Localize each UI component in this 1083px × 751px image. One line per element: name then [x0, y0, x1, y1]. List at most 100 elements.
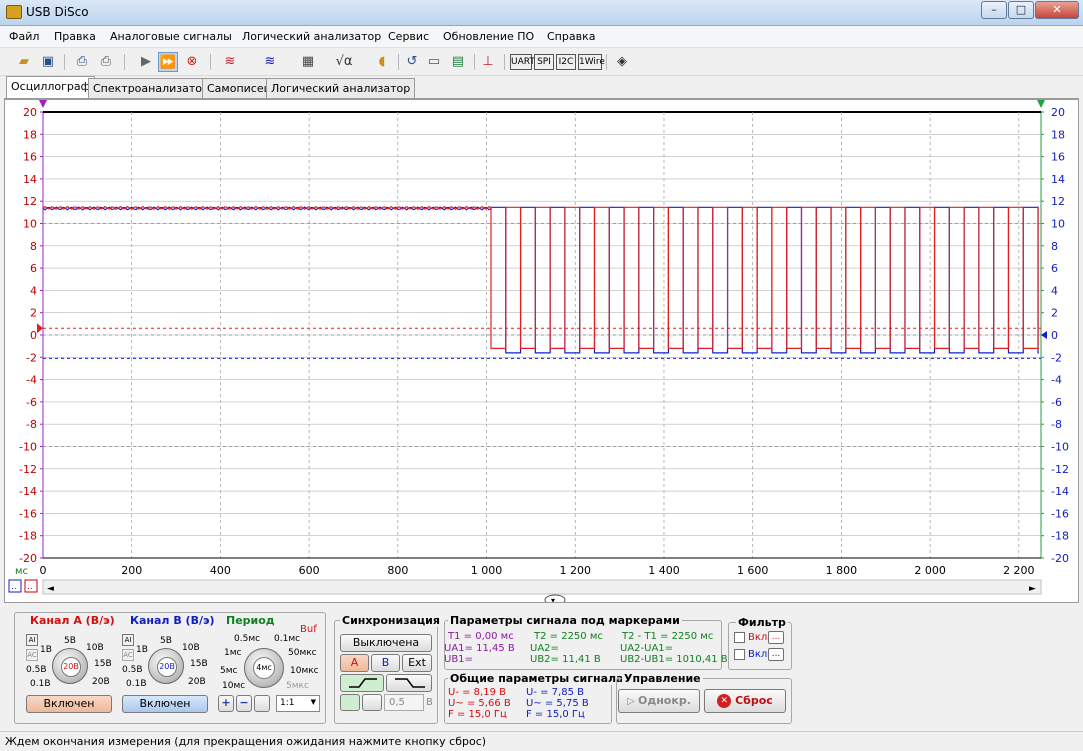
- refresh-icon[interactable]: ↺: [402, 52, 422, 72]
- toolbar-separator: [398, 54, 399, 70]
- channel-b-knob[interactable]: 20В: [148, 648, 184, 684]
- page-icon[interactable]: [254, 695, 270, 712]
- memory-icon[interactable]: ▭: [424, 52, 444, 72]
- menu-edit[interactable]: Правка: [54, 30, 96, 43]
- y-tick-label-right: 16: [1051, 151, 1065, 164]
- menu-file[interactable]: Файл: [9, 30, 39, 43]
- filter-b-checkbox[interactable]: [734, 649, 745, 660]
- filter-b-settings-button[interactable]: ...: [768, 648, 784, 661]
- channel-b-label-15v: 15В: [190, 659, 208, 669]
- zoom-in-button[interactable]: +: [218, 695, 234, 712]
- spi-icon[interactable]: SPI: [534, 54, 554, 70]
- channel-a-knob[interactable]: 20В: [52, 648, 88, 684]
- x-tick-label: 1 200: [560, 564, 592, 577]
- y-tick-label-left: -6: [26, 396, 37, 409]
- horizontal-scrollbar: [42, 579, 1042, 595]
- rising-edge-svg: [349, 678, 377, 688]
- calculator-icon[interactable]: ▦: [298, 52, 318, 72]
- chip-icon[interactable]: ◈: [612, 52, 632, 72]
- channel-b-wave-icon[interactable]: ≋: [260, 52, 280, 72]
- channel-a-ac-toggle[interactable]: AC: [26, 649, 38, 661]
- period-knob[interactable]: 4мс: [244, 648, 284, 688]
- zoom-out-button[interactable]: −: [236, 695, 252, 712]
- uart-icon[interactable]: UART: [510, 54, 535, 70]
- chevron-down-icon: ▼: [310, 698, 316, 706]
- channel-b-ac-toggle[interactable]: AC: [122, 649, 134, 661]
- sync-off-button[interactable]: Выключена: [340, 634, 432, 652]
- single-shot-label: Однокр.: [637, 694, 691, 707]
- toolbar-separator: [124, 54, 125, 70]
- toolbar-separator: [64, 54, 65, 70]
- play-icon[interactable]: ▶: [136, 52, 156, 72]
- tab-spectrum[interactable]: Спектроанализатор: [88, 78, 214, 98]
- sync-falling-edge-icon[interactable]: [386, 674, 432, 692]
- channel-a-dc-toggle[interactable]: AI: [26, 634, 38, 646]
- small-button-b-label: ..: [27, 582, 33, 592]
- sync-ext-button[interactable]: Ext: [402, 654, 432, 672]
- sync-a-button[interactable]: A: [340, 654, 369, 672]
- filter-a-checkbox[interactable]: [734, 632, 745, 643]
- math-function-icon[interactable]: √α: [334, 52, 354, 72]
- y-tick-label-left: 0: [30, 329, 37, 342]
- period-label-10us: 10мкс: [290, 666, 319, 676]
- menu-help[interactable]: Справка: [547, 30, 595, 43]
- y-tick-label-left: 16: [23, 151, 37, 164]
- ratio-select-value: 1:1: [280, 698, 295, 708]
- single-shot-button[interactable]: ▷ Однокр.: [618, 689, 700, 713]
- channel-b-label-05v: 0.5В: [122, 665, 143, 675]
- y-tick-label-right: 12: [1051, 195, 1065, 208]
- y-tick-label-left: -2: [26, 351, 37, 364]
- tab-logic[interactable]: Логический анализатор: [266, 78, 416, 98]
- period-title: Период: [226, 614, 275, 627]
- menu-logic[interactable]: Логический анализатор: [242, 30, 381, 43]
- filter-a-settings-button[interactable]: ...: [768, 631, 784, 644]
- y-tick-label-left: -8: [26, 418, 37, 431]
- i2c-icon[interactable]: I2C: [556, 54, 576, 70]
- period-label-05ms: 0.5мс: [234, 634, 261, 644]
- reset-button[interactable]: ✕ Сброс: [704, 689, 786, 713]
- y-tick-label-left: 20: [23, 106, 37, 119]
- x-tick-label: 1 000: [471, 564, 503, 577]
- channel-b-label-1v: 1В: [136, 645, 148, 655]
- sync-mode-level-icon[interactable]: [362, 694, 382, 711]
- tab-recorder[interactable]: Самописец: [202, 78, 277, 98]
- x-tick-label: 200: [121, 564, 142, 577]
- channel-b-enable-button[interactable]: Включен: [122, 695, 208, 713]
- toolbar-separator: [504, 54, 505, 70]
- print-preview-icon[interactable]: ⎙: [72, 52, 92, 72]
- channel-a-label-5v: 5В: [64, 636, 76, 646]
- y-tick-label-right: -10: [1051, 441, 1069, 454]
- save-icon[interactable]: ▣: [38, 52, 58, 72]
- minimize-button[interactable]: –: [981, 1, 1007, 19]
- y-tick-label-right: 20: [1051, 106, 1065, 119]
- fast-forward-icon[interactable]: ⏩: [158, 52, 178, 72]
- x-tick-label: 2 200: [1003, 564, 1035, 577]
- marker-ua2: UA2=: [530, 643, 559, 654]
- y-tick-label-right: 10: [1051, 218, 1065, 231]
- channel-b-dc-toggle[interactable]: AI: [122, 634, 134, 646]
- channel-a-ac-value: U~ = 5,66 В: [448, 698, 511, 709]
- sync-level-input[interactable]: 0,5: [384, 694, 424, 711]
- print-icon[interactable]: ⎙: [96, 52, 116, 72]
- sound-icon[interactable]: ◖: [372, 52, 392, 72]
- ratio-select[interactable]: 1:1 ▼: [276, 695, 320, 712]
- menu-service[interactable]: Сервис: [388, 30, 429, 43]
- table-icon[interactable]: ▤: [448, 52, 468, 72]
- y-tick-label-right: -4: [1051, 374, 1062, 387]
- sync-rising-edge-icon[interactable]: [340, 674, 384, 692]
- channel-a-wave-icon[interactable]: ≋: [220, 52, 240, 72]
- tab-oscilloscope[interactable]: Осциллограф: [6, 76, 96, 98]
- marker-ua1: UA1= 11,45 В: [444, 643, 515, 654]
- 1wire-icon[interactable]: 1Wire: [578, 54, 605, 70]
- menu-update[interactable]: Обновление ПО: [443, 30, 534, 43]
- maximize-button[interactable]: □: [1008, 1, 1034, 19]
- close-button[interactable]: ✕: [1035, 1, 1079, 19]
- oscilloscope-plot[interactable]: 20 20 18 18 16 16 14 14 12 12 10 10 8 8 6 6 4 4 2 2 0 0 -2 -2 -4…: [4, 99, 1079, 603]
- stop-icon[interactable]: ⊗: [182, 52, 202, 72]
- sync-mode-auto-icon[interactable]: [340, 694, 360, 711]
- cursor-icon[interactable]: ⊥: [478, 52, 498, 72]
- sync-b-button[interactable]: B: [371, 654, 400, 672]
- open-folder-icon[interactable]: ▰: [14, 52, 34, 72]
- menu-analog[interactable]: Аналоговые сигналы: [110, 30, 232, 43]
- channel-a-enable-button[interactable]: Включен: [26, 695, 112, 713]
